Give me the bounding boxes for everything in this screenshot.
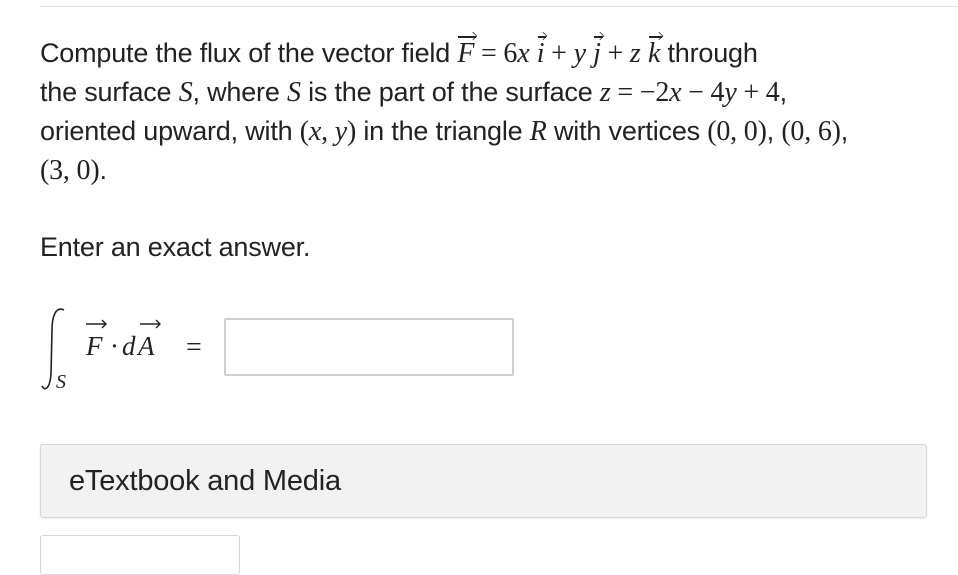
- integral-d: d: [122, 331, 136, 361]
- integral-dot: ·: [110, 331, 119, 361]
- answer-prompt: Enter an exact answer.: [40, 232, 311, 262]
- etextbook-media-panel[interactable]: eTextbook and Media: [40, 444, 927, 518]
- question-fragment: .: [99, 155, 107, 185]
- math-fragment: = 6: [474, 38, 518, 69]
- math-var: y: [724, 77, 737, 108]
- integral-subscript: S: [56, 371, 66, 393]
- question-fragment: Compute the flux of the vector field: [40, 38, 458, 68]
- math-var: R: [529, 116, 547, 147]
- top-divider: [40, 6, 958, 7]
- vertex-1: (0, 0): [707, 116, 767, 147]
- question-fragment: through: [660, 38, 758, 68]
- math-var: x: [517, 38, 530, 69]
- question-fragment: ,: [779, 77, 788, 107]
- next-panel[interactable]: [40, 535, 240, 575]
- math-var: x: [669, 77, 682, 108]
- integral-equals: =: [186, 332, 202, 363]
- math-fragment: (: [299, 116, 309, 147]
- question-text: Compute the flux of the vector field F =…: [40, 34, 940, 190]
- question-fragment: oriented upward, with: [40, 116, 300, 146]
- vertex-2: (0, 6): [781, 116, 841, 147]
- math-fragment: +: [544, 38, 574, 69]
- math-fragment: +: [600, 38, 630, 69]
- math-var: z: [629, 38, 641, 69]
- math-var: S: [286, 77, 301, 108]
- question-line-2: the surface S, where S is the part of th…: [40, 73, 940, 112]
- question-fragment: ,: [766, 116, 782, 146]
- question-fragment: with vertices: [546, 116, 708, 146]
- arrow-over-A-icon: [140, 319, 161, 329]
- flux-integral: S F · d A =: [41, 308, 202, 393]
- question-line-3: oriented upward, with (x, y) in the tria…: [40, 112, 940, 151]
- question-fragment: ,: [840, 116, 849, 146]
- math-var: y: [334, 116, 347, 147]
- integral-A: A: [136, 331, 155, 361]
- math-var: x: [308, 116, 322, 147]
- question-fragment: , where: [192, 77, 287, 107]
- etextbook-media-label: eTextbook and Media: [69, 465, 341, 497]
- integral-F: F: [85, 331, 103, 361]
- math-fragment: − 4: [681, 77, 725, 108]
- math-var: S: [178, 77, 193, 108]
- question-fragment: the surface: [40, 77, 179, 107]
- math-fragment: = −2: [610, 77, 670, 108]
- question-line-1: Compute the flux of the vector field F =…: [40, 34, 940, 73]
- math-var: z: [599, 77, 611, 108]
- math-fragment: ,: [321, 116, 335, 147]
- vector-F: F: [457, 34, 477, 73]
- question-fragment: is the part of the surface: [300, 77, 600, 107]
- answer-input[interactable]: [224, 318, 514, 376]
- arrow-over-F-icon: [86, 319, 107, 329]
- vector-j: j: [593, 34, 603, 73]
- math-fragment: + 4: [736, 77, 780, 108]
- vector-i: i: [537, 34, 546, 73]
- vector-k: k: [648, 34, 663, 73]
- question-line-4: (3, 0).: [40, 151, 940, 190]
- math-fragment: ): [346, 116, 357, 147]
- vertex-3: (3, 0): [40, 155, 100, 186]
- math-var: y: [573, 38, 586, 69]
- question-fragment: in the triangle: [356, 116, 530, 146]
